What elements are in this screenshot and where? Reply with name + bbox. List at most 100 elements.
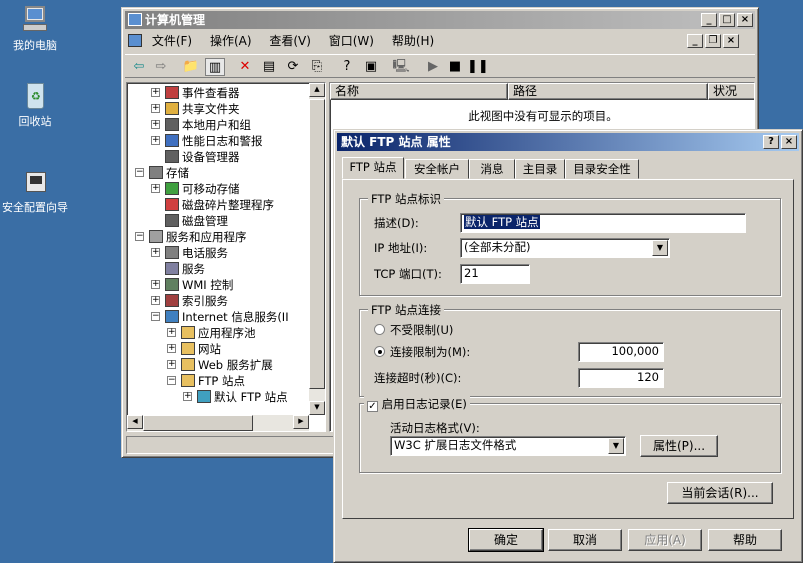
apply-button[interactable]: 应用(A) [628,529,702,551]
forward-arrow-icon[interactable]: ⇨ [151,58,171,76]
scroll-thumb[interactable] [309,99,325,389]
tree-item-local-users-groups[interactable]: 本地用户和组 [165,117,251,133]
expand-icon[interactable]: + [151,248,160,257]
timeout-input[interactable]: 120 [578,368,664,388]
connection-limit-input[interactable]: 100,000 [578,342,664,362]
menu-help[interactable]: 帮助(H) [392,34,434,48]
ip-address-select[interactable]: (全部未分配) ▼ [460,238,670,258]
refresh-icon[interactable]: ⟳ [283,58,303,76]
tree-item-websites[interactable]: 网站 [181,341,221,357]
expand-icon[interactable]: + [151,104,160,113]
collapse-icon[interactable]: − [151,312,160,321]
tree-item-disk-management[interactable]: 磁盘管理 [165,213,228,229]
scroll-up-button[interactable]: ▲ [309,83,325,97]
chevron-down-icon[interactable]: ▼ [652,240,668,256]
tree-item-performance-logs[interactable]: 性能日志和警报 [165,133,263,149]
expand-icon[interactable]: + [151,280,160,289]
help-button[interactable]: 帮助 [708,529,782,551]
unlimited-label[interactable]: 不受限制(U) [390,322,453,338]
tab-security-accounts[interactable]: 安全帐户 [405,159,469,179]
tree-item-services-applications[interactable]: 服务和应用程序 [149,229,247,245]
collapse-icon[interactable]: − [135,232,144,241]
cancel-button[interactable]: 取消 [548,529,622,551]
tree-item-iis[interactable]: Internet 信息服务(II [165,309,289,325]
tree-item-removable-storage[interactable]: 可移动存储 [165,181,240,197]
tree-item-device-manager[interactable]: 设备管理器 [165,149,240,165]
tree-item-disk-defragmenter[interactable]: 磁盘碎片整理程序 [165,197,274,213]
current-sessions-button[interactable]: 当前会话(R)... [667,482,773,504]
menu-file[interactable]: 文件(F) [152,34,192,48]
tree-item-storage[interactable]: 存储 [149,165,189,181]
scroll-left-button[interactable]: ◀ [127,415,143,429]
limited-radio[interactable] [374,346,385,357]
maximize-button[interactable]: □ [719,13,735,27]
chevron-down-icon[interactable]: ▼ [608,438,624,454]
back-arrow-icon[interactable]: ⇦ [129,58,149,76]
unlimited-radio[interactable] [374,324,385,335]
h-scroll-thumb[interactable] [143,415,253,431]
scroll-down-button[interactable]: ▼ [309,401,325,415]
tree-item-telephony[interactable]: 电话服务 [165,245,228,261]
console-icon[interactable]: ▣ [361,58,381,76]
tab-home-directory[interactable]: 主目录 [515,159,565,179]
dialog-help-button[interactable]: ? [763,135,779,149]
tree-item-app-pools[interactable]: 应用程序池 [181,325,256,341]
menu-window[interactable]: 窗口(W) [329,34,374,48]
log-properties-button[interactable]: 属性(P)... [640,435,718,457]
menu-view[interactable]: 查看(V) [269,34,311,48]
tree-item-services[interactable]: 服务 [165,261,205,277]
tcp-port-input[interactable]: 21 [460,264,530,284]
show-hide-tree-icon[interactable]: ▥ [205,58,225,76]
scroll-right-button[interactable]: ▶ [293,415,309,429]
limited-label[interactable]: 连接限制为(M): [390,344,470,360]
menu-action[interactable]: 操作(A) [210,34,252,48]
child-minimize-button[interactable]: _ [687,34,703,48]
column-header-path[interactable]: 路径 [508,83,708,100]
child-restore-button[interactable]: ❐ [705,34,721,48]
child-close-button[interactable]: × [723,34,739,48]
expand-icon[interactable]: + [151,136,160,145]
tree-pane[interactable]: + 事件查看器 + 共享文件夹 + 本地用户和组 + 性能日志和警报 设备管理器 − 存储 + 可移动存… [126,82,326,432]
expand-icon[interactable]: + [167,344,176,353]
connect-icon[interactable]: 🖳 [391,58,411,76]
properties-icon[interactable]: ▤ [259,58,279,76]
ok-button[interactable]: 确定 [468,528,544,552]
collapse-icon[interactable]: − [135,168,144,177]
export-list-icon[interactable]: ⎘ [307,58,327,76]
description-input[interactable]: 默认 FTP 站点 [460,213,746,233]
enable-logging-checkbox[interactable]: ✓ [367,401,378,412]
tree-item-ftp-sites[interactable]: FTP 站点 [181,373,245,389]
tree-item-shared-folders[interactable]: 共享文件夹 [165,101,240,117]
tree-horizontal-scrollbar[interactable]: ◀ ▶ [127,415,309,431]
tree-item-web-service-extensions[interactable]: Web 服务扩展 [181,357,273,373]
tree-item-wmi-control[interactable]: WMI 控制 [165,277,233,293]
desktop-icon-recycle-bin[interactable]: ♻ 回收站 [0,80,70,128]
help-icon[interactable]: ? [337,58,357,76]
tab-messages[interactable]: 消息 [469,159,515,179]
desktop-icon-security-wizard[interactable]: 安全配置向导 [0,166,70,214]
desktop-icon-my-computer[interactable]: 我的电脑 [0,4,70,52]
expand-icon[interactable]: + [151,120,160,129]
tree-item-default-ftp-site[interactable]: 默认 FTP 站点 [197,389,288,405]
minimize-button[interactable]: _ [701,13,717,27]
column-header-name[interactable]: 名称 [330,83,508,100]
tree-vertical-scrollbar[interactable]: ▲ ▼ [309,83,325,415]
tree-item-event-viewer[interactable]: 事件查看器 [165,85,240,101]
window-titlebar[interactable]: 计算机管理 _ □ × [125,11,755,29]
expand-icon[interactable]: + [183,392,192,401]
expand-icon[interactable]: + [151,88,160,97]
stop-icon[interactable]: ■ [445,58,465,76]
expand-icon[interactable]: + [151,184,160,193]
expand-icon[interactable]: + [167,328,176,337]
up-folder-icon[interactable]: 📁 [181,58,201,76]
tab-ftp-site[interactable]: FTP 站点 [342,157,404,179]
collapse-icon[interactable]: − [167,376,176,385]
tab-directory-security[interactable]: 目录安全性 [565,159,639,179]
delete-icon[interactable]: ✕ [235,58,255,76]
tree-item-indexing-service[interactable]: 索引服务 [165,293,228,309]
expand-icon[interactable]: + [151,296,160,305]
menu-app-icon[interactable] [128,34,142,47]
start-icon[interactable]: ▶ [423,58,443,76]
dialog-close-button[interactable]: × [781,135,797,149]
close-button[interactable]: × [737,13,753,27]
